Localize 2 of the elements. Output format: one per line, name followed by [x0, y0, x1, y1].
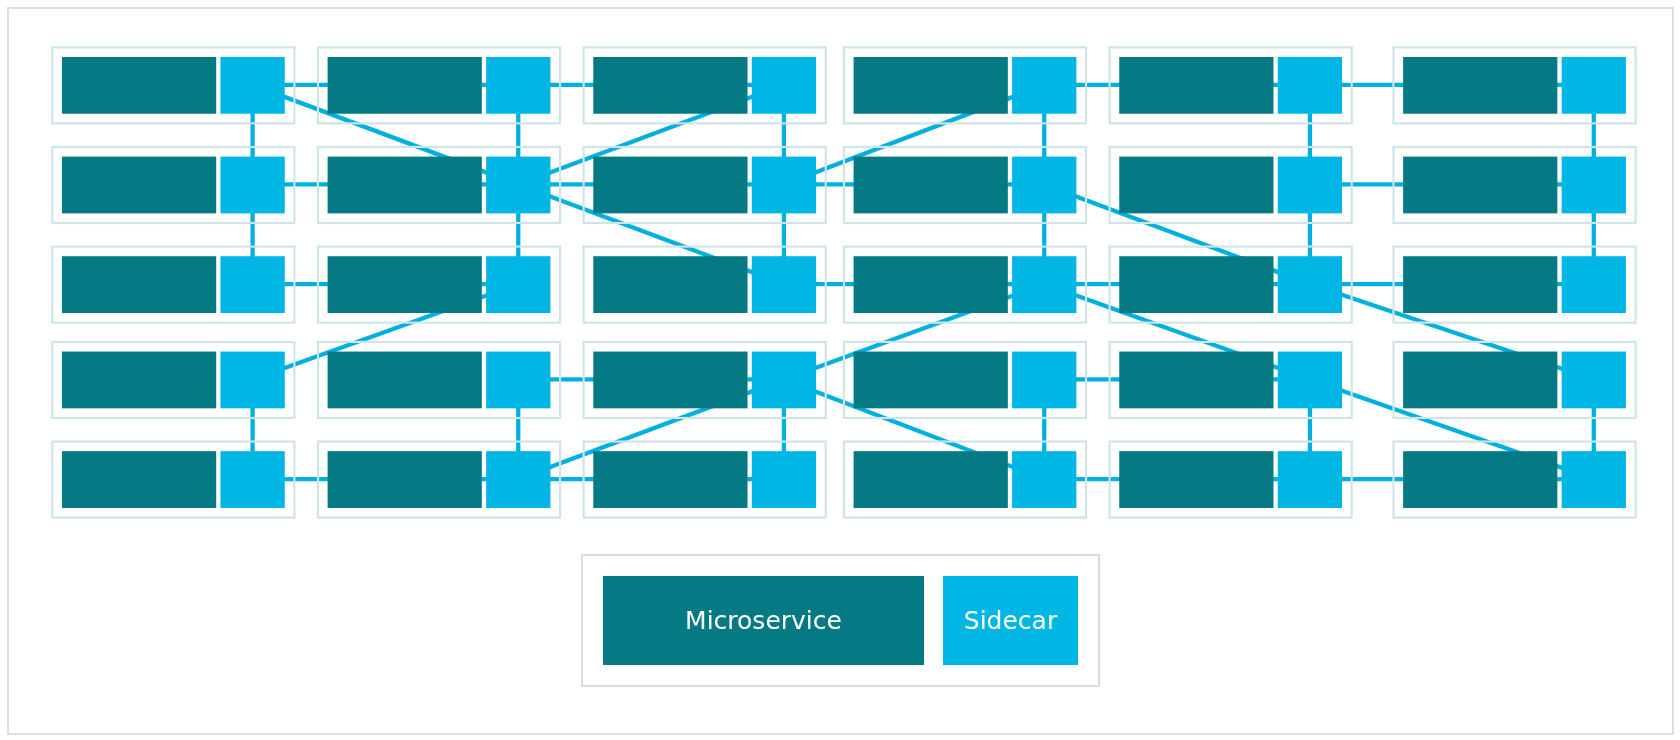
legend-microservice-key: Microservice — [603, 576, 924, 665]
legend-sidecar-key: Sidecar — [943, 576, 1078, 665]
